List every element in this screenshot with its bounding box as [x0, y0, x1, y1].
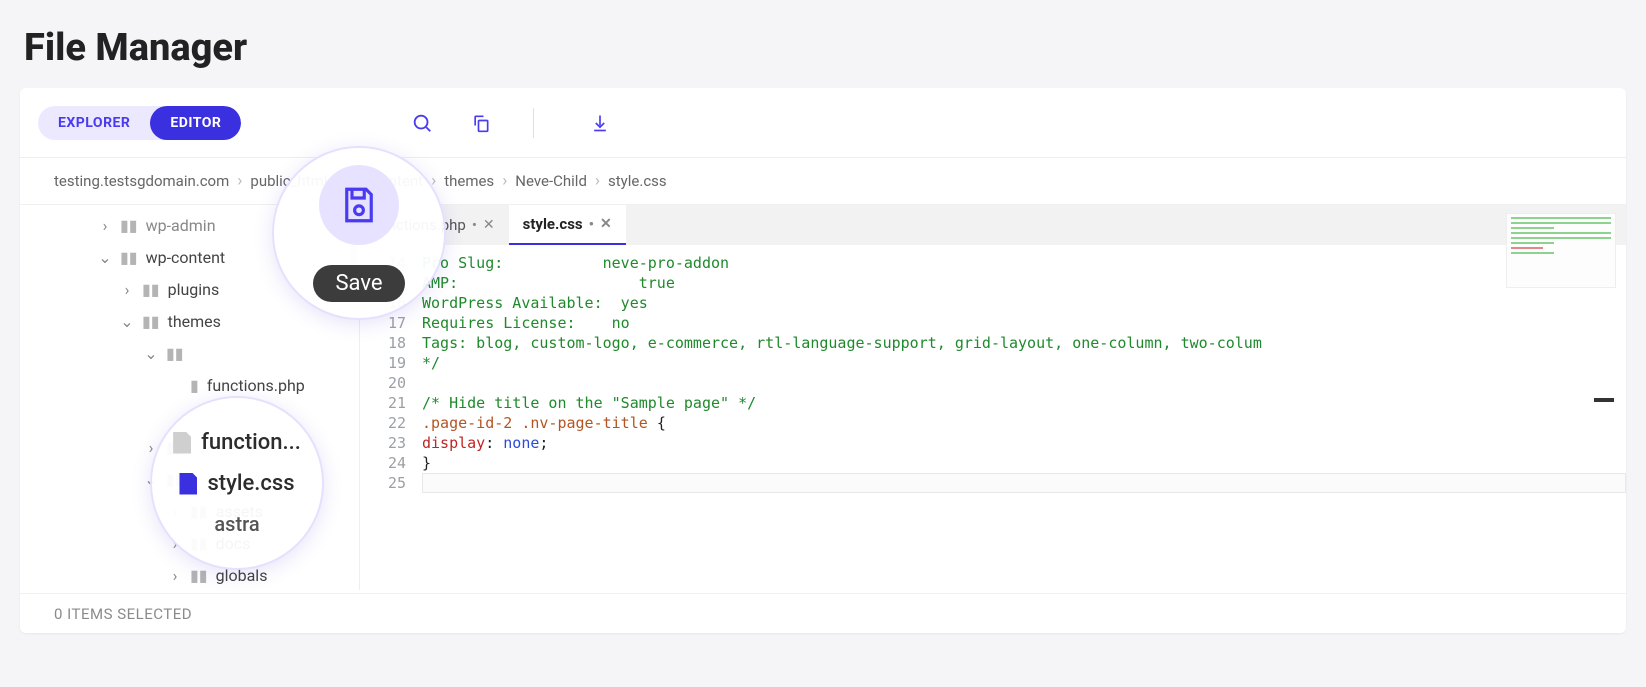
editor-tabs: functions.php • ✕ style.css • ✕	[360, 205, 1626, 245]
crumb-file[interactable]: style.css	[608, 172, 667, 190]
tree-label: themes	[168, 312, 221, 331]
tree-label: plugins	[168, 280, 220, 299]
status-bar: 0 ITEMS SELECTED	[20, 593, 1626, 633]
callout-label: function...	[201, 430, 301, 455]
separator	[533, 108, 534, 138]
tree-label	[192, 344, 196, 363]
chevron-right-icon: ›	[502, 173, 507, 190]
callout-style-row[interactable]: style.css	[179, 471, 294, 496]
save-callout: Save	[274, 148, 444, 318]
tree-functions-php[interactable]: ▮ functions.php	[20, 369, 359, 401]
callout-astra: astra	[214, 512, 259, 536]
folder-icon: ▮▮	[142, 312, 160, 331]
selection-count: 0 ITEMS SELECTED	[54, 605, 192, 623]
save-tooltip: Save	[313, 265, 404, 302]
chevron-right-icon: ›	[168, 566, 182, 585]
file-icon	[173, 432, 191, 454]
chevron-right-icon: ›	[120, 280, 134, 299]
tree-label: wp-content	[146, 248, 226, 267]
file-icon	[179, 473, 197, 495]
download-icon[interactable]	[590, 108, 610, 138]
code-editor: functions.php • ✕ style.css • ✕ 14151617…	[360, 205, 1626, 590]
crumb-root[interactable]: testing.testsgdomain.com	[54, 172, 229, 190]
folder-icon: ▮▮	[190, 566, 208, 585]
chevron-down-icon: ⌄	[120, 312, 134, 331]
modified-indicator-icon: •	[472, 216, 477, 234]
files-callout: function... style.css astra	[152, 398, 322, 568]
save-icon	[338, 184, 380, 226]
code-content[interactable]: Pro Slug: neve-pro-addonAMP: trueWordPre…	[416, 245, 1626, 590]
tree-themes[interactable]: ⌄ ▮▮ themes	[20, 305, 359, 337]
chevron-right-icon: ›	[98, 216, 112, 235]
page-title: File Manager	[0, 0, 1646, 88]
chevron-down-icon: ⌄	[98, 248, 112, 267]
editor-toggle[interactable]: EDITOR	[150, 106, 241, 140]
toolbar: EXPLORER EDITOR	[20, 88, 1626, 158]
copy-icon[interactable]	[471, 108, 491, 138]
tree-label: globals	[216, 566, 268, 585]
chevron-right-icon: ›	[237, 173, 242, 190]
tree-label: wp-admin	[146, 216, 216, 235]
folder-icon: ▮▮	[120, 216, 138, 235]
mode-toggle: EXPLORER EDITOR	[38, 106, 241, 140]
tab-style-css[interactable]: style.css • ✕	[509, 205, 626, 245]
crumb-themes[interactable]: themes	[444, 172, 494, 190]
save-button[interactable]	[319, 165, 399, 245]
chevron-right-icon: ›	[595, 173, 600, 190]
crumb-neve-child[interactable]: Neve-Child	[515, 172, 587, 190]
file-icon: ▮	[190, 376, 199, 395]
folder-icon: ▮▮	[166, 344, 184, 363]
modified-indicator-icon: •	[589, 215, 594, 233]
editor-minimap[interactable]	[1506, 213, 1616, 288]
breadcrumb: testing.testsgdomain.com › public_html ›…	[20, 158, 1626, 205]
tab-label: style.css	[523, 215, 583, 233]
explorer-toggle[interactable]: EXPLORER	[38, 106, 150, 140]
close-icon[interactable]: ✕	[600, 216, 612, 232]
folder-icon: ▮▮	[120, 248, 138, 267]
tree-neve-child[interactable]: ⌄ ▮▮	[20, 337, 359, 369]
callout-label: style.css	[207, 471, 294, 496]
tree-label: functions.php	[207, 376, 305, 395]
scroll-marker	[1594, 398, 1614, 402]
chevron-right-icon: ›	[431, 173, 436, 190]
chevron-down-icon: ⌄	[144, 344, 158, 363]
folder-icon: ▮▮	[142, 280, 160, 299]
close-icon[interactable]: ✕	[483, 217, 495, 233]
callout-functions-row[interactable]: function...	[173, 430, 301, 455]
file-manager-panel: EXPLORER EDITOR testing.testsgdomain.com…	[20, 88, 1626, 633]
tree-globals[interactable]: › ▮▮ globals	[20, 559, 359, 590]
search-icon[interactable]	[411, 108, 433, 138]
